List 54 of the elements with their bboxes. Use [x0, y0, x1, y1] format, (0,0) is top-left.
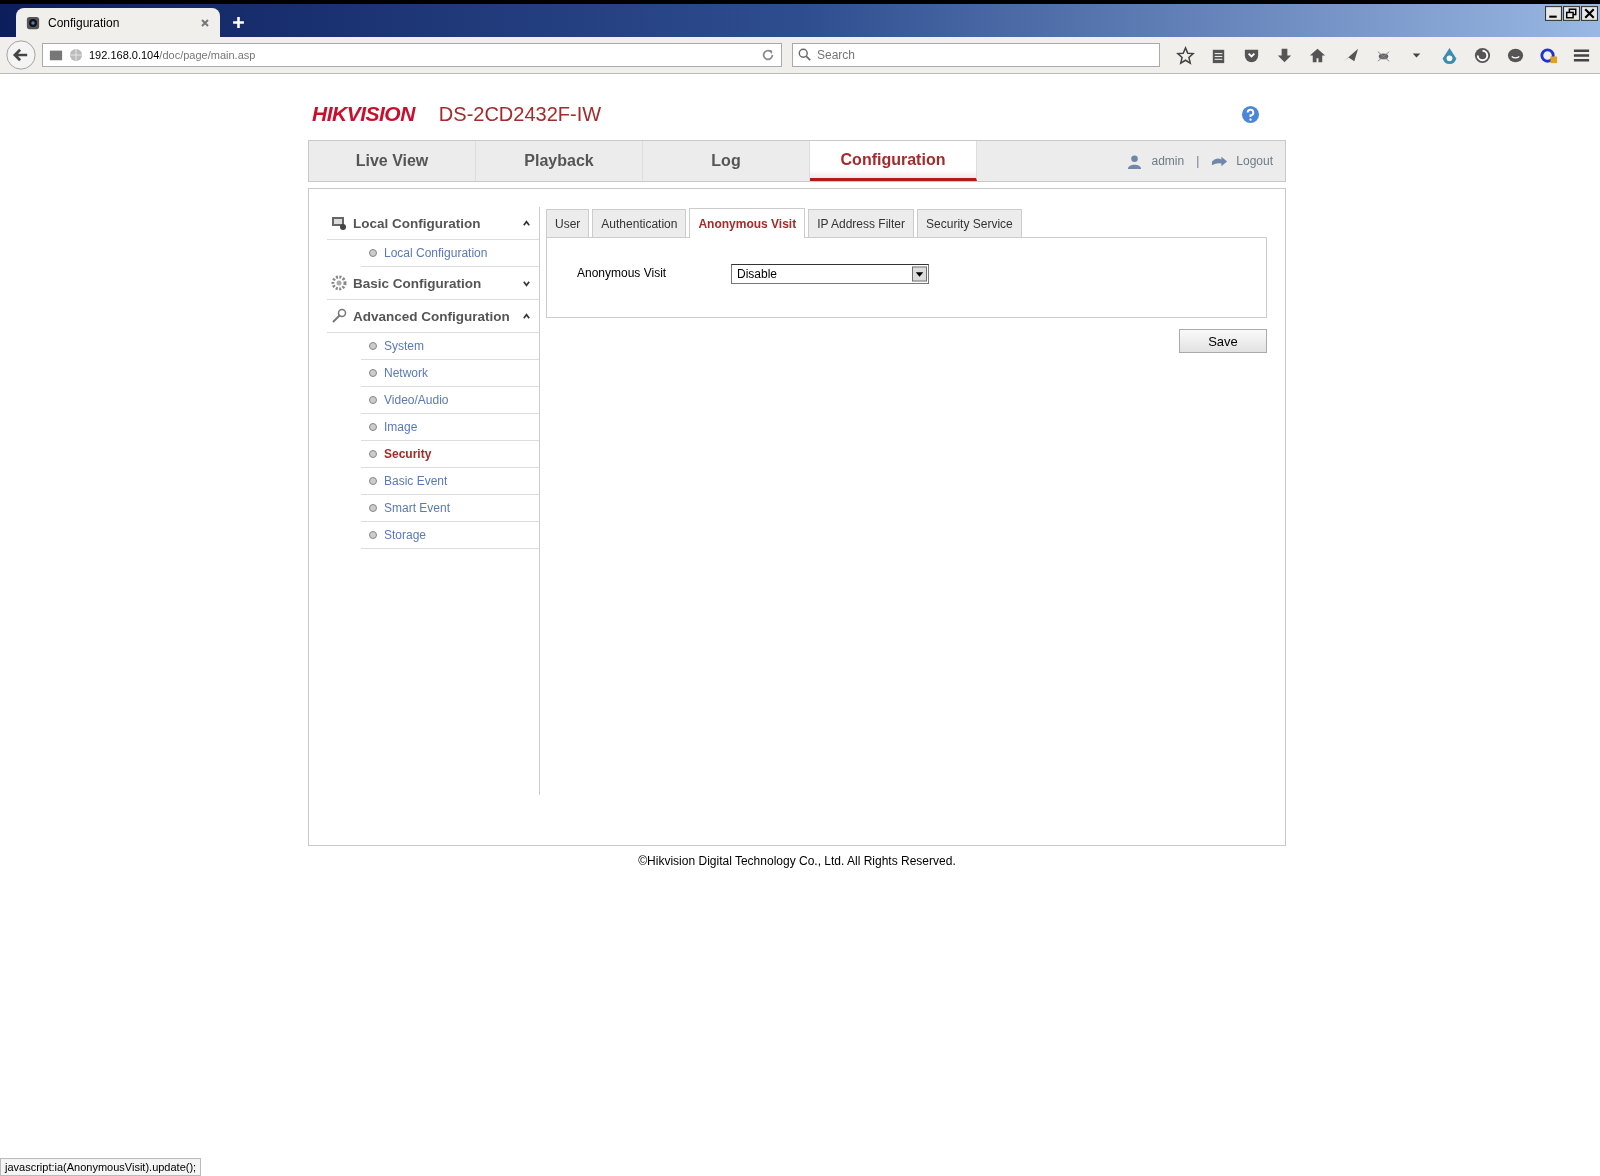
chevron-down-icon: [522, 278, 531, 288]
camera-icon: [26, 15, 40, 30]
logo: HIKVISION: [312, 102, 415, 126]
globe-icon: [69, 48, 83, 62]
close-icon[interactable]: [1581, 6, 1598, 21]
sidebar-section[interactable]: Basic Configuration: [327, 267, 539, 300]
field-label: Anonymous Visit: [577, 266, 668, 280]
monitor-gear-icon: [331, 215, 347, 231]
sub-tab[interactable]: IP Address Filter: [808, 209, 915, 237]
sidebar-item[interactable]: Video/Audio: [361, 387, 539, 414]
logout-link[interactable]: Logout: [1236, 154, 1273, 168]
tab-title: Configuration: [48, 15, 121, 30]
gear-icon: [331, 275, 347, 291]
nav-tab[interactable]: Live View: [309, 141, 476, 181]
sidebar-item[interactable]: Security: [361, 441, 539, 468]
drop-icon[interactable]: [1440, 45, 1459, 65]
model-name: DS-2CD2432F-IW: [438, 102, 603, 126]
copyright-text: ©Hikvision Digital Technology Co., Ltd. All Rights Reserved.: [637, 854, 957, 868]
url-field[interactable]: 192.168.0.104/doc/page/main.asp: [42, 43, 782, 67]
search-field[interactable]: Search: [792, 43, 1160, 67]
username: admin: [1151, 154, 1185, 168]
sub-tab[interactable]: Anonymous Visit: [689, 208, 806, 238]
restore-icon[interactable]: [1563, 6, 1580, 21]
sidebar-item[interactable]: Network: [361, 360, 539, 387]
sidebar-item[interactable]: Smart Event: [361, 495, 539, 522]
sub-tab[interactable]: User: [546, 209, 590, 237]
sub-tab[interactable]: Security Service: [917, 209, 1022, 237]
reload-icon[interactable]: [761, 48, 775, 62]
plus-icon[interactable]: [232, 16, 245, 29]
sub-tab[interactable]: Authentication: [592, 209, 687, 237]
chevron-up-icon: [522, 311, 531, 321]
sidebar-item[interactable]: Basic Event: [361, 468, 539, 495]
star-icon[interactable]: [1176, 45, 1195, 65]
status-bar: javascript:ia(AnonymousVisit).update();: [0, 1158, 202, 1176]
sidebar-item[interactable]: Image: [361, 414, 539, 441]
sidebar-item[interactable]: Storage: [361, 522, 539, 549]
nav-tab[interactable]: Playback: [476, 141, 643, 181]
extension-icon[interactable]: [1539, 45, 1558, 65]
dropdown[interactable]: Disable: [731, 264, 929, 284]
help-icon[interactable]: [1241, 104, 1260, 124]
sidebar-section[interactable]: Advanced Configuration: [327, 300, 539, 333]
user-icon: [1126, 153, 1144, 169]
chevron-up-icon: [522, 218, 531, 228]
search-icon: [798, 48, 812, 62]
sidebar-section[interactable]: Local Configuration: [327, 207, 539, 240]
save-button[interactable]: Save: [1179, 329, 1267, 353]
url-text: 192.168.0.104/doc/page/main.asp: [89, 49, 257, 61]
separator: |: [1196, 154, 1200, 168]
sidebar-item[interactable]: Local Configuration: [361, 240, 539, 267]
nav-tab[interactable]: Configuration: [810, 141, 977, 181]
browser-tab[interactable]: Configuration: [16, 8, 220, 37]
minimize-icon[interactable]: [1545, 6, 1562, 21]
history-icon[interactable]: [1473, 45, 1492, 65]
sidebar-item[interactable]: System: [361, 333, 539, 360]
